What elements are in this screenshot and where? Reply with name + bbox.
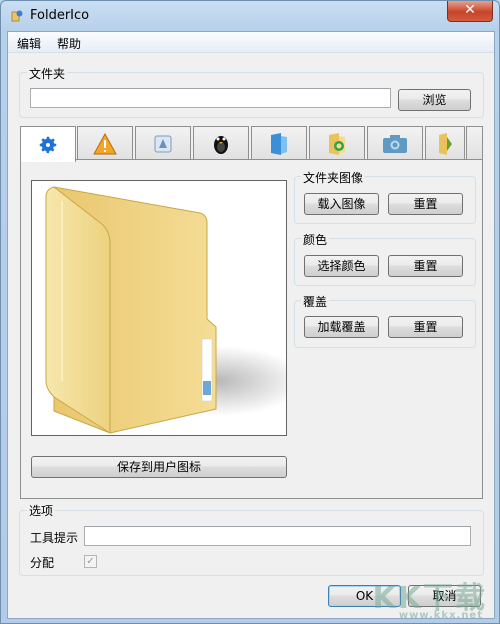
dialog-body: 编辑 帮助 文件夹 浏览 文件夹图像 载入图像 重置 颜色 选择颜色 重置 覆盖…: [7, 31, 495, 619]
tab-warning[interactable]: [77, 126, 133, 160]
folder-preview: [31, 180, 307, 436]
reset-color-button[interactable]: 重置: [388, 255, 463, 277]
camera-folder-icon: [383, 134, 407, 153]
menu-edit[interactable]: 编辑: [17, 35, 41, 52]
tab-panel: 文件夹图像 载入图像 重置 颜色 选择颜色 重置 覆盖 加载覆盖 重置 保存到用…: [20, 159, 483, 499]
tab-blue-folder[interactable]: [251, 126, 307, 160]
tab-green-folder[interactable]: [425, 126, 465, 160]
title-bar: FolderIco ✕: [1, 1, 499, 31]
tab-settings[interactable]: [20, 126, 76, 162]
penguin-icon: [214, 135, 228, 154]
green-folder-icon: [439, 132, 452, 155]
browse-button[interactable]: 浏览: [398, 89, 471, 111]
app-window: FolderIco ✕ 编辑 帮助 文件夹 浏览 文件夹图像 载入图像 重置 颜…: [0, 0, 500, 624]
tab-camera-folder[interactable]: [367, 126, 423, 160]
close-icon: ✕: [464, 2, 476, 18]
tab-recycle-folder[interactable]: [309, 126, 365, 160]
tooltip-input[interactable]: [84, 526, 471, 546]
menu-help[interactable]: 帮助: [57, 35, 81, 52]
folder-image-group-label: 文件夹图像: [301, 169, 366, 186]
color-group-label: 颜色: [301, 231, 330, 248]
folder-path-input[interactable]: [30, 88, 391, 108]
recycle-folder-icon: [329, 132, 345, 155]
save-to-user-icons-button[interactable]: 保存到用户图标: [31, 456, 287, 478]
assign-checkbox[interactable]: ✓: [84, 555, 97, 568]
folder-preview-icon: [45, 186, 307, 434]
options-group-label: 选项: [27, 502, 56, 519]
warning-icon: [93, 132, 117, 154]
reset-image-button[interactable]: 重置: [388, 193, 463, 215]
overlay-group-label: 覆盖: [301, 293, 330, 310]
watermark: KK下载 www.kkx.net: [373, 573, 488, 621]
reset-overlay-button[interactable]: 重置: [388, 316, 463, 338]
tab-strip: [20, 126, 483, 162]
window-title: FolderIco: [30, 8, 90, 23]
assign-label: 分配: [30, 556, 55, 570]
tab-penguin[interactable]: [193, 126, 249, 160]
watermark-url: www.kkx.net: [398, 610, 483, 621]
close-button[interactable]: ✕: [447, 1, 493, 22]
app-icon: [154, 135, 172, 152]
gear-icon: [39, 136, 57, 153]
check-icon: ✓: [86, 556, 95, 567]
load-overlay-button[interactable]: 加载覆盖: [304, 316, 379, 338]
tooltip-label: 工具提示: [30, 531, 79, 545]
load-image-button[interactable]: 载入图像: [304, 193, 379, 215]
tab-overflow[interactable]: [466, 126, 483, 160]
blue-folder-icon: [271, 132, 287, 155]
pick-color-button[interactable]: 选择颜色: [304, 255, 379, 277]
tab-app[interactable]: [135, 126, 191, 160]
app-logo-icon: [11, 10, 23, 22]
folder-group-label: 文件夹: [27, 65, 68, 82]
menu-bar: 编辑 帮助: [8, 32, 494, 53]
